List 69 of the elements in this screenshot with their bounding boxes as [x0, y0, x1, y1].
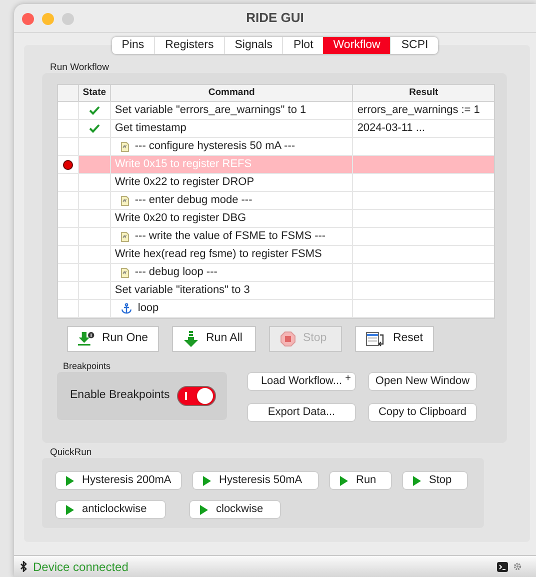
dialog-button[interactable]: Export Data... [248, 404, 355, 421]
quickrun-button[interactable]: clockwise [190, 501, 280, 518]
table-row[interactable]: Get timestamp 2024-03-11 ... [58, 120, 494, 138]
group-title: QuickRun [50, 446, 93, 458]
action-button[interactable]: Run One [67, 326, 159, 352]
group-title: Breakpoints [63, 360, 112, 372]
table-row[interactable]: Write 0x22 to register DROP [58, 174, 494, 192]
status-text: Device connected [33, 558, 128, 576]
dialog-button[interactable]: Load Workflow... + [248, 373, 355, 390]
play-icon [340, 476, 348, 486]
stop-icon [280, 331, 296, 347]
bluetooth-icon [20, 561, 27, 572]
table-row[interactable]: --- enter debug mode --- [58, 192, 494, 210]
tab[interactable]: Pins [112, 37, 154, 54]
table-row[interactable]: loop [58, 300, 494, 318]
table-cell-text: Write 0x20 to register DBG [114, 211, 246, 226]
toggle-label: Enable Breakpoints [70, 388, 170, 404]
action-button[interactable]: Reset [355, 326, 434, 352]
quickrun-button[interactable]: anticlockwise [56, 501, 165, 518]
action-button[interactable]: Run All [172, 326, 256, 352]
table-row[interactable]: Set variable "errors_are_warnings" to 1 errors_are_warnings := 1 [58, 102, 494, 120]
column-header[interactable]: Command [208, 86, 255, 100]
anchor-icon [120, 303, 132, 314]
table-cell-text: --- debug loop --- [134, 265, 218, 280]
table-cell-text: --- configure hysteresis 50 mA --- [134, 139, 296, 154]
table-cell-text: --- write the value of FSME to FSMS --- [134, 229, 326, 244]
play-icon [66, 504, 74, 514]
breakpoints-toggle[interactable] [176, 386, 216, 406]
table-row[interactable]: --- write the value of FSME to FSMS --- [58, 228, 494, 246]
table-cell-text: Write 0x15 to register REFS [114, 157, 252, 172]
column-header[interactable]: State [82, 86, 106, 100]
table-row[interactable]: --- debug loop --- [58, 264, 494, 282]
close-icon[interactable] [22, 13, 34, 25]
table-cell-text: errors_are_warnings := 1 [357, 103, 480, 118]
table-row[interactable]: Set variable "iterations" to 3 [58, 282, 494, 300]
run-one-icon [78, 330, 95, 348]
table-cell-text: loop [138, 301, 159, 316]
table-cell-text: Get timestamp [114, 121, 186, 136]
play-icon [203, 476, 211, 486]
table-cell-text: Write 0x22 to register DROP [114, 175, 254, 190]
note-icon [120, 196, 129, 206]
table-cell-text: --- enter debug mode --- [134, 193, 252, 208]
settings-icon[interactable] [513, 562, 522, 571]
terminal-icon[interactable] [497, 562, 508, 572]
group-title: Run Workflow [50, 61, 110, 73]
run-all-icon [183, 331, 199, 347]
table-cell-text: Write hex(read reg fsme) to register FSMS [114, 247, 322, 262]
list-refresh-icon [366, 331, 386, 347]
note-icon [120, 142, 129, 152]
play-icon [413, 476, 421, 486]
dialog-button[interactable]: Copy to Clipboard [369, 404, 476, 421]
dialog-button[interactable]: Open New Window [369, 373, 476, 390]
note-icon [120, 268, 129, 278]
play-icon [200, 504, 208, 514]
quickrun-button[interactable]: Run [330, 472, 391, 489]
table-cell-text: 2024-03-11 ... [357, 121, 425, 136]
note-icon [120, 232, 129, 242]
quickrun-button[interactable]: Hysteresis 200mA [56, 472, 181, 489]
window-title: RIDE GUI [246, 10, 304, 25]
table-cell-text: Set variable "errors_are_warnings" to 1 [114, 103, 306, 118]
plus-mark: + [345, 372, 351, 386]
table-cell-text: Set variable "iterations" to 3 [114, 283, 250, 298]
table-row[interactable]: Write hex(read reg fsme) to register FSMS [58, 246, 494, 264]
quickrun-button[interactable]: Stop [403, 472, 467, 489]
play-icon [66, 476, 74, 486]
quickrun-button[interactable]: Hysteresis 50mA [193, 472, 318, 489]
table-row[interactable]: Write 0x20 to register DBG [58, 210, 494, 228]
column-header[interactable]: Result [409, 86, 438, 100]
tab[interactable]: Workflow [323, 37, 390, 54]
